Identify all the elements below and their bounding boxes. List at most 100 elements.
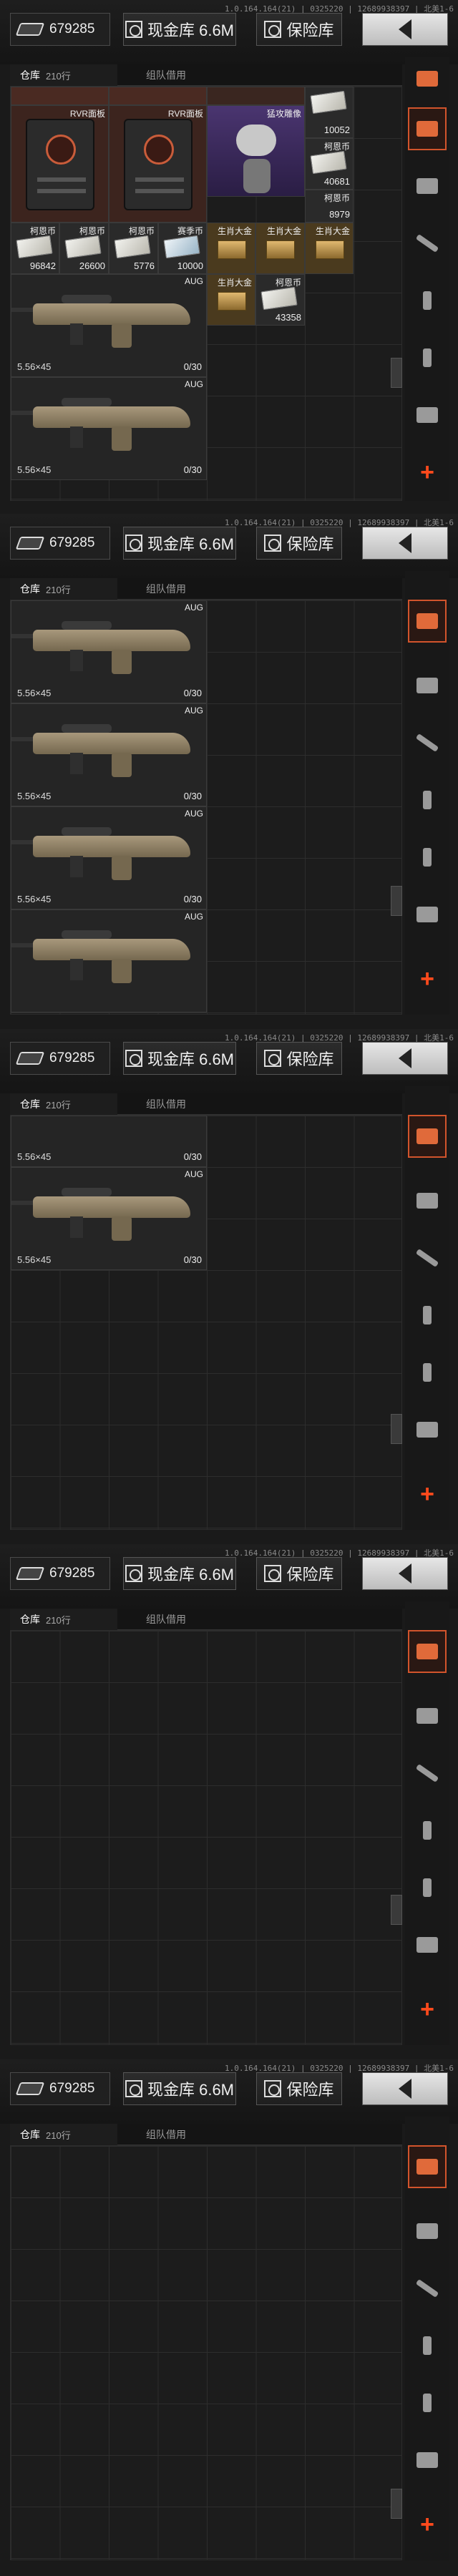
safe-icon: [264, 2080, 282, 2097]
inventory-item[interactable]: AUG 5.56×45 0/30: [11, 600, 207, 703]
category-armor[interactable]: [408, 2210, 447, 2253]
tab-team-borrow[interactable]: 组队借用: [117, 64, 196, 86]
inventory-item[interactable]: 柯恩币 26600: [59, 223, 109, 274]
category-weapons[interactable]: [408, 1236, 447, 1279]
inventory-item[interactable]: 生肖大金: [255, 223, 305, 274]
category-valuables[interactable]: [408, 2145, 447, 2188]
scrollbar[interactable]: [391, 2489, 402, 2519]
add-button[interactable]: +: [408, 451, 447, 494]
tab-team-borrow[interactable]: 组队借用: [117, 1093, 196, 1115]
inventory-item[interactable]: [207, 87, 305, 105]
category-armor[interactable]: [408, 165, 447, 208]
back-button[interactable]: [362, 13, 448, 46]
cash-stack-icon: [16, 235, 53, 259]
back-button[interactable]: [362, 1557, 448, 1590]
inventory-item[interactable]: 赛季币 10000: [158, 223, 207, 274]
inventory-item[interactable]: 生肖大金: [207, 223, 255, 274]
inventory-item[interactable]: AUG 5.56×45 0/30: [11, 1167, 207, 1270]
category-armor[interactable]: [408, 664, 447, 707]
category-medical[interactable]: [408, 2381, 447, 2424]
tab-team-borrow[interactable]: 组队借用: [117, 1609, 196, 1630]
cash-stack-icon: [114, 235, 151, 259]
inventory-item[interactable]: 生肖大金: [207, 274, 255, 326]
inventory-item[interactable]: 柯恩币 8979: [305, 190, 354, 223]
category-weapons[interactable]: [408, 2267, 447, 2310]
category-ammo[interactable]: [408, 2324, 447, 2367]
inventory-item[interactable]: AUG 5.56×45 0/30: [11, 703, 207, 806]
category-ammo[interactable]: [408, 1294, 447, 1337]
tab-warehouse[interactable]: 仓库 210行: [10, 578, 117, 600]
cash-vault-button[interactable]: 现金库 6.6M: [123, 527, 236, 560]
category-ammo[interactable]: [408, 779, 447, 821]
gold-bar-icon: [316, 240, 344, 259]
inventory-item[interactable]: 柯恩币 96842: [11, 223, 59, 274]
safe-box-button[interactable]: 保险库: [256, 1042, 342, 1075]
back-button[interactable]: [362, 1042, 448, 1075]
tab-team-borrow[interactable]: 组队借用: [117, 2124, 196, 2145]
tab-warehouse[interactable]: 仓库 210行: [10, 64, 117, 86]
inventory-panel-3: 1.0.164.164(21) | 0325220 | 12689938397 …: [0, 1029, 458, 1544]
inventory-item[interactable]: [109, 87, 207, 105]
category-helmets[interactable]: [408, 1923, 447, 1966]
tab-warehouse[interactable]: 仓库 210行: [10, 1609, 117, 1630]
inventory-item[interactable]: AUG 5.56×45 0/30: [11, 806, 207, 909]
safe-box-button[interactable]: 保险库: [256, 2072, 342, 2105]
inventory-item[interactable]: [11, 87, 109, 105]
scrollbar[interactable]: [391, 1414, 402, 1444]
cash-vault-button[interactable]: 现金库 6.6M: [123, 13, 236, 46]
back-button[interactable]: [362, 2072, 448, 2105]
inventory-item[interactable]: AUG 5.56×45 0/30: [11, 377, 207, 480]
inventory-item[interactable]: 柯恩币 40681: [305, 138, 354, 190]
category-helmets[interactable]: [408, 1408, 447, 1451]
category-weapons[interactable]: [408, 1752, 447, 1795]
scrollbar[interactable]: [391, 1895, 402, 1925]
category-valuables[interactable]: [408, 600, 447, 643]
category-medical[interactable]: [408, 336, 447, 379]
category-valuables[interactable]: [408, 107, 447, 150]
inventory-item[interactable]: 生肖大金: [305, 223, 354, 274]
inventory-item[interactable]: 10052: [305, 87, 354, 138]
category-all[interactable]: [408, 57, 447, 100]
category-weapons[interactable]: [408, 721, 447, 764]
safe-box-button[interactable]: 保险库: [256, 1557, 342, 1590]
scrollbar[interactable]: [391, 886, 402, 916]
category-valuables[interactable]: [408, 1115, 447, 1158]
back-button[interactable]: [362, 527, 448, 560]
inventory-item[interactable]: AUG: [11, 909, 207, 1013]
inventory-item[interactable]: 5.56×45 0/30: [11, 1116, 207, 1167]
scrollbar[interactable]: [391, 358, 402, 388]
safe-box-button[interactable]: 保险库: [256, 527, 342, 560]
inventory-item[interactable]: 柯恩币 5776: [109, 223, 158, 274]
add-button[interactable]: +: [408, 1988, 447, 2031]
ammo-type: 5.56×45: [17, 464, 52, 475]
inventory-item[interactable]: 猛攻雕像: [207, 105, 305, 197]
add-button[interactable]: +: [408, 1473, 447, 1516]
category-ammo[interactable]: [408, 1809, 447, 1852]
add-button[interactable]: +: [408, 957, 447, 1000]
category-ammo[interactable]: [408, 279, 447, 322]
inventory-item[interactable]: RVR面板: [11, 105, 109, 223]
aug-rifle-image: [33, 939, 190, 960]
tab-warehouse[interactable]: 仓库 210行: [10, 1093, 117, 1115]
category-medical[interactable]: [408, 836, 447, 879]
category-armor[interactable]: [408, 1179, 447, 1222]
safe-box-button[interactable]: 保险库: [256, 13, 342, 46]
inventory-item[interactable]: RVR面板: [109, 105, 207, 223]
category-helmets[interactable]: [408, 2439, 447, 2482]
tab-warehouse[interactable]: 仓库 210行: [10, 2124, 117, 2145]
cash-vault-button[interactable]: 现金库 6.6M: [123, 1557, 236, 1590]
category-valuables[interactable]: [408, 1630, 447, 1673]
category-medical[interactable]: [408, 1351, 447, 1394]
cash-vault-button[interactable]: 现金库 6.6M: [123, 2072, 236, 2105]
category-weapons[interactable]: [408, 222, 447, 265]
inventory-item[interactable]: AUG 5.56×45 0/30: [11, 274, 207, 377]
tab-team-borrow[interactable]: 组队借用: [117, 578, 196, 600]
category-helmets[interactable]: [408, 893, 447, 936]
cash-vault-button[interactable]: 现金库 6.6M: [123, 1042, 236, 1075]
inventory-item[interactable]: 柯恩币 43358: [255, 274, 305, 326]
category-medical[interactable]: [408, 1866, 447, 1909]
cash-icon: [15, 1567, 45, 1580]
add-button[interactable]: +: [408, 2503, 447, 2546]
category-armor[interactable]: [408, 1694, 447, 1737]
category-helmets[interactable]: [408, 394, 447, 436]
